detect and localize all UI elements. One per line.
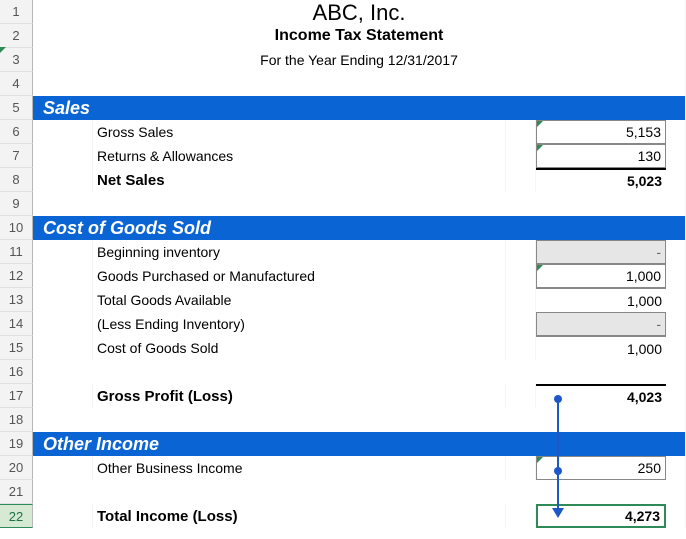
spacer	[666, 240, 686, 264]
row-header[interactable]: 1	[0, 0, 33, 24]
row-header[interactable]: 19	[0, 432, 33, 456]
label-gross-sales: Gross Sales	[93, 120, 506, 144]
trace-line	[557, 399, 559, 508]
row-header[interactable]: 5	[0, 96, 33, 120]
value-net-sales[interactable]: 5,023	[536, 168, 666, 192]
spacer	[506, 264, 536, 288]
statement-period: For the Year Ending 12/31/2017	[33, 48, 686, 72]
company-title: ABC, Inc.	[33, 0, 686, 24]
indent	[33, 336, 93, 360]
spacer	[506, 456, 536, 480]
row-header[interactable]: 12	[0, 264, 33, 288]
value-text: 250	[638, 460, 661, 476]
section-header-cogs: Cost of Goods Sold	[33, 216, 686, 240]
spacer	[506, 120, 536, 144]
value-cogs[interactable]: 1,000	[536, 336, 666, 360]
error-flag-icon	[537, 457, 543, 463]
row-header[interactable]: 3	[0, 48, 33, 72]
blank-row	[33, 360, 686, 384]
indent	[33, 264, 93, 288]
label-beg-inv: Beginning inventory	[93, 240, 506, 264]
spreadsheet-view: 1 ABC, Inc. 2 Income Tax Statement 3 For…	[0, 0, 686, 539]
spacer	[506, 288, 536, 312]
indent	[33, 288, 93, 312]
label-total-income: Total Income (Loss)	[93, 504, 506, 528]
label-cogs: Cost of Goods Sold	[93, 336, 506, 360]
spacer	[666, 456, 686, 480]
value-purchased[interactable]: 1,000	[536, 264, 666, 288]
row-header[interactable]: 6	[0, 120, 33, 144]
row-header[interactable]: 9	[0, 192, 33, 216]
row-header[interactable]: 8	[0, 168, 33, 192]
indent	[33, 120, 93, 144]
spacer	[506, 384, 536, 408]
label-net-sales: Net Sales	[93, 168, 506, 192]
spacer	[666, 384, 686, 408]
row-number: 3	[12, 52, 19, 67]
row-header[interactable]: 4	[0, 72, 33, 96]
row-header[interactable]: 18	[0, 408, 33, 432]
blank-row	[33, 72, 686, 96]
error-flag-icon	[537, 265, 543, 271]
row-header[interactable]: 2	[0, 24, 33, 48]
indent	[33, 144, 93, 168]
indent	[33, 504, 93, 528]
row-header[interactable]: 20	[0, 456, 33, 480]
row-header[interactable]: 13	[0, 288, 33, 312]
spacer	[666, 144, 686, 168]
label-returns: Returns & Allowances	[93, 144, 506, 168]
sheet-grid: 1 ABC, Inc. 2 Income Tax Statement 3 For…	[0, 0, 686, 528]
spacer	[666, 120, 686, 144]
value-text: 130	[638, 148, 661, 164]
spacer	[666, 288, 686, 312]
spacer	[506, 312, 536, 336]
value-total-available[interactable]: 1,000	[536, 288, 666, 312]
section-header-sales: Sales	[33, 96, 686, 120]
label-less-ending: (Less Ending Inventory)	[93, 312, 506, 336]
value-gross-sales[interactable]: 5,153	[536, 120, 666, 144]
spacer	[506, 240, 536, 264]
row-header[interactable]: 15	[0, 336, 33, 360]
value-less-ending[interactable]: -	[536, 312, 666, 336]
spacer	[666, 336, 686, 360]
indent	[33, 384, 93, 408]
value-text: 1,000	[626, 268, 661, 284]
spacer	[506, 168, 536, 192]
label-other-income: Other Business Income	[93, 456, 506, 480]
error-flag-icon	[0, 47, 6, 53]
statement-subtitle: Income Tax Statement	[33, 24, 686, 48]
row-header[interactable]: 10	[0, 216, 33, 240]
row-header[interactable]: 17	[0, 384, 33, 408]
value-beg-inv[interactable]: -	[536, 240, 666, 264]
section-header-other: Other Income	[33, 432, 686, 456]
error-flag-icon	[537, 145, 543, 151]
label-total-available: Total Goods Available	[93, 288, 506, 312]
spacer	[506, 504, 536, 528]
row-header[interactable]: 21	[0, 480, 33, 504]
spacer	[666, 312, 686, 336]
value-returns[interactable]: 130	[536, 144, 666, 168]
row-header[interactable]: 22	[0, 504, 33, 528]
blank-row	[33, 192, 686, 216]
blank-row	[33, 480, 686, 504]
label-purchased: Goods Purchased or Manufactured	[93, 264, 506, 288]
error-flag-icon	[537, 121, 543, 127]
row-header[interactable]: 11	[0, 240, 33, 264]
indent	[33, 168, 93, 192]
row-header[interactable]: 14	[0, 312, 33, 336]
spacer	[666, 264, 686, 288]
spacer	[506, 144, 536, 168]
row-header[interactable]: 16	[0, 360, 33, 384]
blank-row	[33, 408, 686, 432]
label-gross-profit: Gross Profit (Loss)	[93, 384, 506, 408]
indent	[33, 240, 93, 264]
indent	[33, 456, 93, 480]
row-header[interactable]: 7	[0, 144, 33, 168]
spacer	[666, 168, 686, 192]
spacer	[666, 504, 686, 528]
spacer	[506, 336, 536, 360]
indent	[33, 312, 93, 336]
trace-arrow-icon	[552, 508, 564, 518]
value-text: 5,153	[626, 124, 661, 140]
